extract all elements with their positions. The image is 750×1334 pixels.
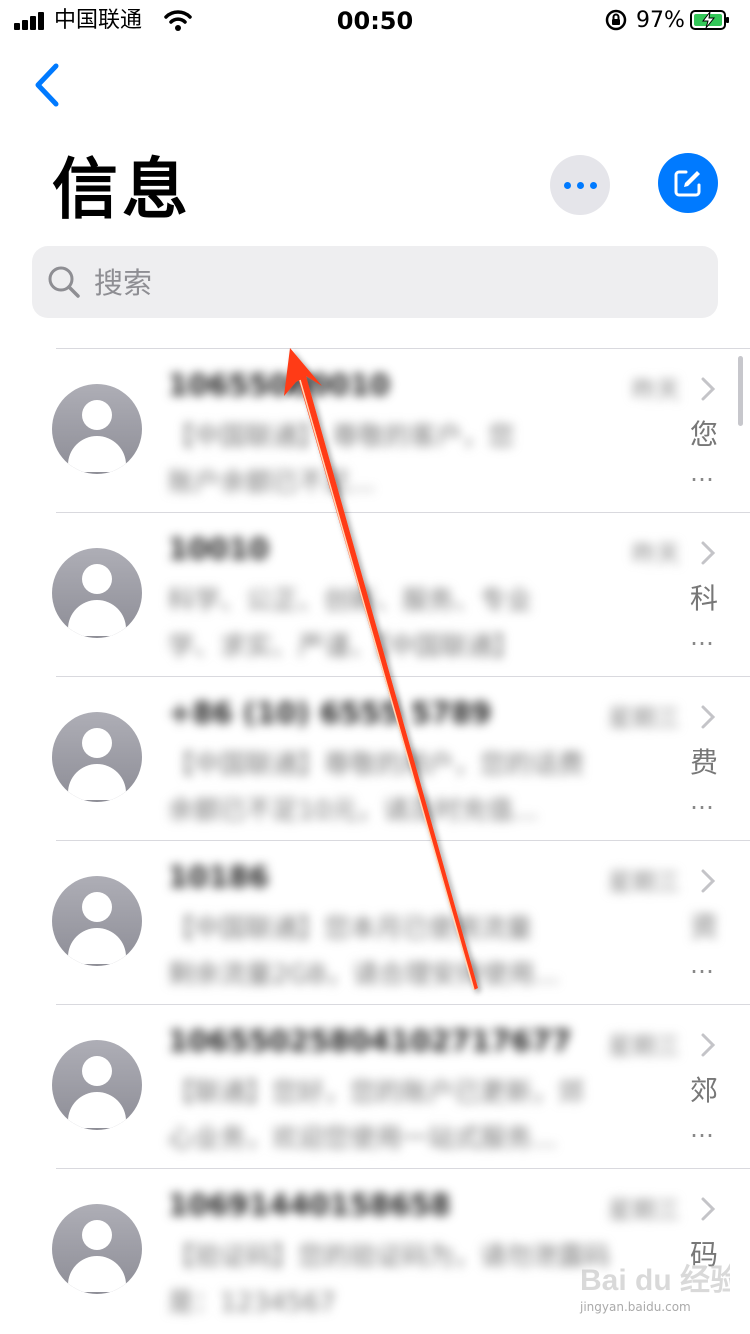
chevron-right-icon (701, 377, 716, 401)
preview-ellipsis: … (690, 459, 714, 487)
row-divider (56, 348, 750, 349)
sender-name: 10655000010 (168, 368, 390, 402)
contact-avatar-icon (52, 712, 142, 802)
more-dot-icon (590, 182, 597, 189)
conversation-row[interactable]: 10655000010 昨天 【中国联通】 尊敬的客户，您 账户余额已不足... … (0, 348, 750, 512)
rotation-lock-icon (605, 9, 627, 31)
conversation-row[interactable]: +86 (10) 6555 5789 星期三 【中国联通】尊敬的用户，您的话费余… (0, 676, 750, 840)
chevron-right-icon (701, 1033, 716, 1057)
sender-name: 10186 (168, 860, 269, 894)
conversation-list: 10655000010 昨天 【中国联通】 尊敬的客户，您 账户余额已不足... … (0, 348, 750, 1332)
chevron-right-icon (701, 1197, 716, 1221)
message-date: 昨天 (632, 540, 680, 568)
row-divider (56, 840, 750, 841)
preview-tail-char: 郊 (690, 1074, 719, 1107)
preview-tail-char: 资 (690, 910, 719, 943)
row-divider (56, 512, 750, 513)
conversation-row[interactable]: 10186 星期三 【中国联通】您本月已使用流量 剩余流量2GB，请合理安排使用.… (0, 840, 750, 1004)
message-preview: 【中国联通】 尊敬的客户，您 账户余额已不足... (168, 422, 515, 498)
watermark-brand: Bai du 经验 (580, 1263, 730, 1297)
message-preview: 【中国联通】您本月已使用流量 剩余流量2GB，请合理安排使用... (168, 914, 560, 990)
watermark-url: jingyan.baidu.com (580, 1300, 691, 1314)
message-date: 昨天 (632, 376, 680, 404)
preview-ellipsis: … (690, 787, 714, 815)
sender-name: 10655025804102717677 (168, 1024, 572, 1058)
message-date: 星期三 (608, 868, 680, 896)
contact-avatar-icon (52, 1204, 142, 1294)
scroll-indicator[interactable] (738, 356, 743, 426)
battery-percent: 97% (636, 8, 685, 33)
contact-avatar-icon (52, 1040, 142, 1130)
row-divider (56, 1004, 750, 1005)
preview-ellipsis: … (690, 1115, 714, 1143)
preview-tail-char: 费 (690, 746, 719, 779)
compose-icon (674, 170, 701, 197)
page-title: 信息 (52, 151, 192, 228)
conversation-row[interactable]: 10010 昨天 科学、公正、创新、服务、专业 学、求实、严谨、【中国联通】 科 … (0, 512, 750, 676)
preview-ellipsis: … (690, 623, 714, 651)
chevron-right-icon (701, 541, 716, 565)
more-dot-icon (564, 182, 571, 189)
chevron-right-icon (701, 869, 716, 893)
message-date: 星期三 (608, 1196, 680, 1224)
status-bar: 中国联通 00:50 97% (0, 0, 750, 44)
sender-name: 10010 (168, 532, 269, 566)
message-date: 星期三 (608, 1032, 680, 1060)
search-icon (48, 266, 80, 298)
sender-name: +86 (10) 6555 5789 (168, 696, 492, 730)
message-preview: 【中国联通】尊敬的用户，您的话费 余额已不足10元，请及时充值... (168, 750, 585, 826)
conversation-row[interactable]: 10655025804102717677 星期三 【联通】您好，您的账户已更新，… (0, 1004, 750, 1168)
message-date: 星期三 (608, 704, 680, 732)
more-options-button[interactable] (550, 155, 610, 215)
search-input[interactable] (92, 246, 696, 320)
preview-tail-char: 科 (690, 582, 719, 615)
contact-avatar-icon (52, 548, 142, 638)
contact-avatar-icon (52, 384, 142, 474)
search-bar[interactable] (32, 246, 718, 320)
sender-name: 10691440158658 (168, 1188, 451, 1222)
more-dot-icon (577, 182, 584, 189)
battery-charging-icon (690, 10, 729, 30)
row-divider (56, 676, 750, 677)
message-preview: 科学、公正、创新、服务、专业 学、求实、严谨、【中国联通】 (168, 586, 533, 662)
compose-button[interactable] (658, 153, 718, 213)
back-chevron-icon[interactable] (28, 60, 68, 110)
preview-ellipsis: … (690, 951, 714, 979)
chevron-right-icon (701, 705, 716, 729)
contact-avatar-icon (52, 876, 142, 966)
message-preview: 【联通】您好，您的账户已更新，郊 心业务，欢迎您使用一站式服务... (168, 1078, 585, 1154)
preview-tail-char: 您 (690, 418, 719, 451)
row-divider (56, 1168, 750, 1169)
